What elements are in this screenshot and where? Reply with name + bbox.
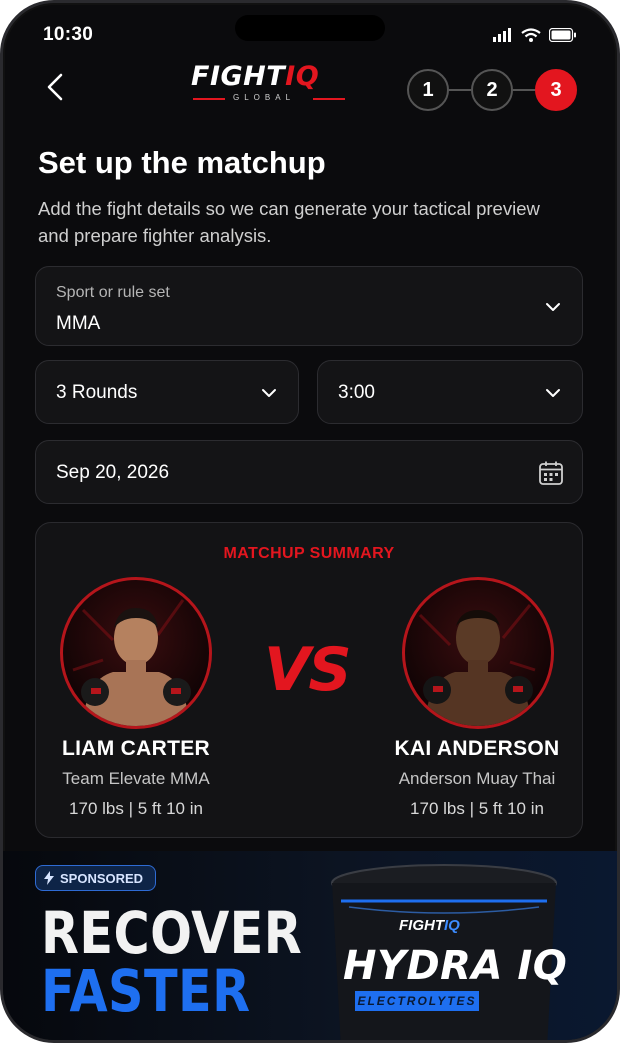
fighter-portrait-image <box>72 599 191 726</box>
matchup-summary-card: MATCHUP SUMMARY VS LIAM CARTER Team Elev… <box>35 522 583 838</box>
date-field[interactable]: Sep 20, 2026 <box>35 440 583 504</box>
step-indicator: 1 2 3 <box>407 69 577 111</box>
lightning-icon <box>44 871 54 885</box>
sport-select-value: MMA <box>56 313 101 334</box>
fighter-2-team: Anderson Muay Thai <box>398 769 556 788</box>
versus-label: VS <box>264 635 352 705</box>
sponsored-badge-label: SPONSORED <box>60 870 144 886</box>
status-bar: 10:30 <box>43 21 577 49</box>
product-name: HYDRA IQ <box>343 943 568 989</box>
chevron-down-icon <box>262 389 276 397</box>
sponsored-ad-banner[interactable]: SPONSORED RECOVER FASTER FIGHTIQ HYDRA I… <box>3 851 617 1040</box>
fighter-1-stats: 170 lbs | 5 ft 10 in <box>69 799 203 818</box>
round-time-select-value: 3:00 <box>338 382 375 403</box>
rounds-select[interactable]: 3 Rounds <box>35 360 299 424</box>
back-button[interactable] <box>35 67 75 107</box>
date-field-value: Sep 20, 2026 <box>56 462 170 483</box>
step-connector <box>513 89 535 91</box>
fighter-1-team: Team Elevate MMA <box>62 769 210 788</box>
step-2[interactable]: 2 <box>471 69 513 111</box>
fighter-1-name: LIAM CARTER <box>62 737 210 760</box>
sport-select-label: Sport or rule set <box>56 284 170 301</box>
page-subtitle: Add the fight details so we can generate… <box>38 198 540 246</box>
logo-line-right <box>313 98 345 100</box>
sponsored-badge: SPONSORED <box>35 865 157 891</box>
fightiq-logo: FIGHTIQ GLOBAL <box>191 63 351 107</box>
signal-icon <box>493 28 511 42</box>
rounds-select-value: 3 Rounds <box>56 382 138 403</box>
step-connector <box>449 89 471 91</box>
phone-screen: 10:30 FIGHTIQ GLOBAL 1 2 3 Set up the ma… <box>0 0 620 1043</box>
calendar-icon[interactable] <box>538 460 564 486</box>
chevron-down-icon <box>546 389 560 397</box>
chevron-down-icon <box>546 303 560 311</box>
page-title: Set up the matchup <box>38 145 326 180</box>
product-brand-text: FIGHTIQ <box>399 917 460 934</box>
step-1[interactable]: 1 <box>407 69 449 111</box>
sport-select[interactable]: Sport or rule set MMA <box>35 266 583 346</box>
status-time: 10:30 <box>43 24 94 45</box>
logo-line-left <box>193 98 225 100</box>
fighter-2-stats: 170 lbs | 5 ft 10 in <box>410 799 544 818</box>
header: FIGHTIQ GLOBAL 1 2 3 <box>3 61 617 121</box>
ad-headline-line-2: FASTER <box>41 957 251 1025</box>
fighter-2-name: KAI ANDERSON <box>394 737 560 760</box>
matchup-summary-title: MATCHUP SUMMARY <box>223 545 395 562</box>
fighter-1-avatar[interactable] <box>60 577 212 729</box>
wifi-icon <box>521 28 541 42</box>
round-time-select[interactable]: 3:00 <box>317 360 583 424</box>
status-icons <box>493 28 577 42</box>
fighter-2-avatar[interactable] <box>402 577 554 729</box>
logo-wordmark: FIGHTIQ <box>191 61 320 92</box>
chevron-left-icon <box>47 73 63 101</box>
product-subtitle: ELECTROLYTES <box>355 991 479 1011</box>
logo-subtext: GLOBAL <box>233 93 296 102</box>
step-3-active[interactable]: 3 <box>535 69 577 111</box>
fighter-portrait-image <box>418 604 536 726</box>
battery-icon <box>549 28 576 42</box>
